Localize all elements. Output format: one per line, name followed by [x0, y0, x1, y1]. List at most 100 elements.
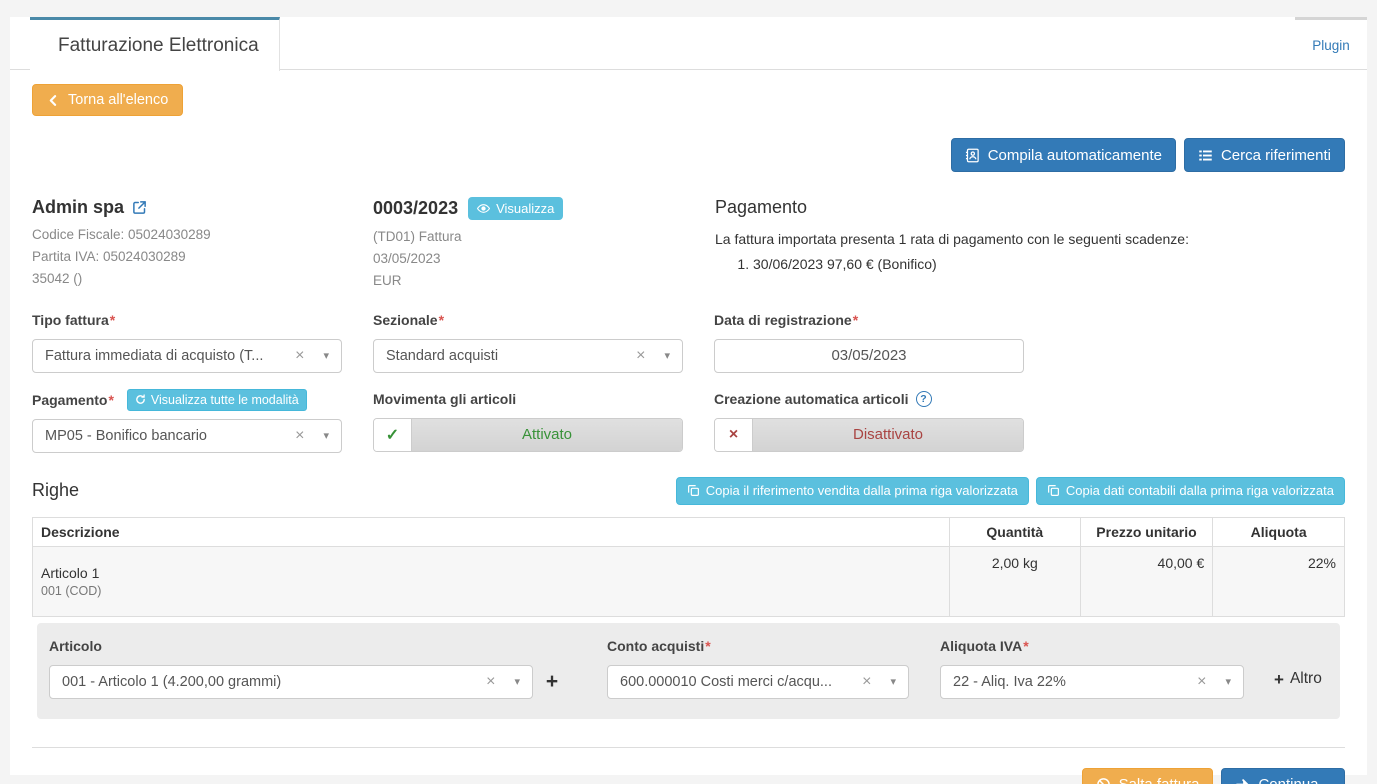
supplier-location: 35042 (): [32, 269, 373, 290]
tab-label: Fatturazione Elettronica: [58, 35, 259, 57]
copy-accounting-data-label: Copia dati contabili dalla prima riga va…: [1066, 483, 1334, 498]
ban-icon: [1096, 777, 1111, 784]
continue-label: Continua...: [1258, 776, 1331, 784]
top-actions: Compila automaticamente Cerca riferiment…: [32, 138, 1345, 172]
caret-down-icon[interactable]: ▾: [890, 675, 896, 688]
clear-icon[interactable]: ×: [295, 427, 304, 445]
tipo-fattura-select[interactable]: Fattura immediata di acquisto (T... × ▾: [32, 339, 342, 373]
righe-header: Righe Copia il riferimento vendita dalla…: [32, 477, 1345, 505]
clear-icon[interactable]: ×: [862, 673, 871, 691]
back-to-list-button[interactable]: Torna all'elenco: [32, 84, 183, 116]
articolo-select[interactable]: 001 - Articolo 1 (4.200,00 grammi) × ▾: [49, 665, 533, 699]
caret-down-icon[interactable]: ▾: [323, 429, 329, 442]
caret-down-icon[interactable]: ▾: [1225, 675, 1231, 688]
row-description: Articolo 1: [41, 565, 941, 581]
copy-sale-reference-label: Copia il riferimento vendita dalla prima…: [706, 483, 1018, 498]
continue-button[interactable]: Continua...: [1221, 768, 1345, 784]
form-row-1: Tipo fattura* Fattura immediata di acqui…: [32, 310, 1345, 373]
section-divider: [32, 747, 1345, 748]
skip-invoice-label: Salta fattura: [1119, 776, 1200, 784]
required-asterisk: *: [705, 638, 710, 654]
aliquota-iva-select[interactable]: 22 - Aliq. Iva 22% × ▾: [940, 665, 1244, 699]
conto-acquisti-group: Conto acquisti* 600.000010 Costi merci c…: [607, 636, 909, 699]
invoice-number-heading: 0003/2023 Visualizza: [373, 197, 715, 220]
autofill-button[interactable]: Compila automaticamente: [951, 138, 1176, 172]
registration-date-input[interactable]: [714, 339, 1024, 373]
articolo-label: Articolo: [49, 636, 533, 657]
pagamento-select[interactable]: MP05 - Bonifico bancario × ▾: [32, 419, 342, 453]
show-all-payment-modes-label: Visualizza tutte le modalità: [151, 393, 299, 407]
row-vat-rate: 22%: [1213, 546, 1345, 616]
invoice-number: 0003/2023: [373, 198, 458, 219]
altro-button[interactable]: + Altro: [1274, 670, 1322, 690]
tab-plugin[interactable]: Plugin: [1295, 17, 1367, 70]
sezionale-select[interactable]: Standard acquisti × ▾: [373, 339, 683, 373]
invoice-date: 03/05/2023: [373, 249, 715, 270]
caret-down-icon[interactable]: ▾: [514, 675, 520, 688]
refresh-icon: [135, 394, 146, 405]
creazione-group: Creazione automatica articoli ? × Disatt…: [714, 389, 1024, 453]
sezionale-group: Sezionale* Standard acquisti × ▾: [373, 310, 683, 373]
required-asterisk: *: [439, 312, 444, 328]
supplier-vat: Partita IVA: 05024030289: [32, 247, 373, 268]
sezionale-value: Standard acquisti: [386, 348, 628, 364]
address-book-icon: [965, 148, 980, 163]
movimenta-label: Movimenta gli articoli: [373, 389, 683, 410]
clear-icon[interactable]: ×: [295, 347, 304, 365]
pagamento-label: Pagamento*: [32, 389, 114, 410]
movimenta-toggle[interactable]: ✓ Attivato: [373, 418, 683, 452]
caret-down-icon[interactable]: ▾: [664, 349, 670, 362]
plus-icon: +: [1274, 670, 1284, 690]
view-invoice-badge[interactable]: Visualizza: [468, 197, 563, 220]
row-quantity: 2,00 kg: [949, 546, 1080, 616]
righe-title: Righe: [32, 480, 79, 501]
creazione-toggle[interactable]: × Disattivato: [714, 418, 1024, 452]
list-icon: [1198, 148, 1213, 163]
tipo-fattura-group: Tipo fattura* Fattura immediata di acqui…: [32, 310, 342, 373]
chevron-left-icon: [47, 94, 60, 107]
main-panel: Fatturazione Elettronica Plugin Torna al…: [10, 17, 1367, 775]
tipo-fattura-label: Tipo fattura*: [32, 310, 342, 331]
conto-acquisti-select[interactable]: 600.000010 Costi merci c/acqu... × ▾: [607, 665, 909, 699]
clear-icon[interactable]: ×: [636, 347, 645, 365]
altro-label: Altro: [1290, 670, 1322, 690]
conto-acquisti-value: 600.000010 Costi merci c/acqu...: [620, 674, 854, 690]
view-badge-label: Visualizza: [496, 201, 554, 216]
aliquota-iva-label: Aliquota IVA*: [940, 636, 1244, 657]
col-prezzo-unitario: Prezzo unitario: [1080, 517, 1213, 546]
payment-column: Pagamento La fattura importata presenta …: [715, 197, 1345, 293]
clear-icon[interactable]: ×: [486, 673, 495, 691]
invoice-type: (TD01) Fattura: [373, 227, 715, 248]
invoice-info-section: Admin spa Codice Fiscale: 05024030289 Pa…: [32, 197, 1345, 293]
copy-accounting-data-button[interactable]: Copia dati contabili dalla prima riga va…: [1036, 477, 1345, 505]
footer-actions: Salta fattura Continua...: [32, 768, 1345, 784]
supplier-fiscal-code: Codice Fiscale: 05024030289: [32, 225, 373, 246]
tab-fatturazione-elettronica[interactable]: Fatturazione Elettronica: [30, 17, 280, 71]
supplier-name: Admin spa: [32, 197, 124, 218]
righe-table: Descrizione Quantità Prezzo unitario Ali…: [32, 517, 1345, 617]
external-link-icon[interactable]: [132, 200, 147, 215]
table-row[interactable]: Articolo 1 001 (COD) 2,00 kg 40,00 € 22%: [33, 546, 1345, 616]
required-asterisk: *: [1023, 638, 1028, 654]
payment-heading: Pagamento: [715, 197, 1345, 218]
col-quantita: Quantità: [949, 517, 1080, 546]
add-article-button[interactable]: +: [533, 665, 571, 699]
copy-sale-reference-button[interactable]: Copia il riferimento vendita dalla prima…: [676, 477, 1029, 505]
supplier-details: Codice Fiscale: 05024030289 Partita IVA:…: [32, 225, 373, 290]
creazione-label: Creazione automatica articoli ?: [714, 389, 1024, 410]
help-icon[interactable]: ?: [916, 391, 932, 407]
aliquota-iva-group: Aliquota IVA* 22 - Aliq. Iva 22% × ▾: [940, 636, 1244, 699]
payment-text: La fattura importata presenta 1 rata di …: [715, 231, 1345, 247]
show-all-payment-modes-button[interactable]: Visualizza tutte le modalità: [127, 389, 307, 411]
search-references-button[interactable]: Cerca riferimenti: [1184, 138, 1345, 172]
pagamento-group: Pagamento* Visualizza tutte le modalità …: [32, 389, 342, 453]
articolo-value: 001 - Articolo 1 (4.200,00 grammi): [62, 674, 478, 690]
plugin-link: Plugin: [1312, 38, 1350, 53]
col-aliquota: Aliquota: [1213, 517, 1345, 546]
movimenta-state: Attivato: [412, 419, 682, 451]
check-icon: ✓: [386, 425, 399, 445]
caret-down-icon[interactable]: ▾: [323, 349, 329, 362]
col-descrizione: Descrizione: [33, 517, 950, 546]
skip-invoice-button[interactable]: Salta fattura: [1082, 768, 1214, 784]
clear-icon[interactable]: ×: [1197, 673, 1206, 691]
